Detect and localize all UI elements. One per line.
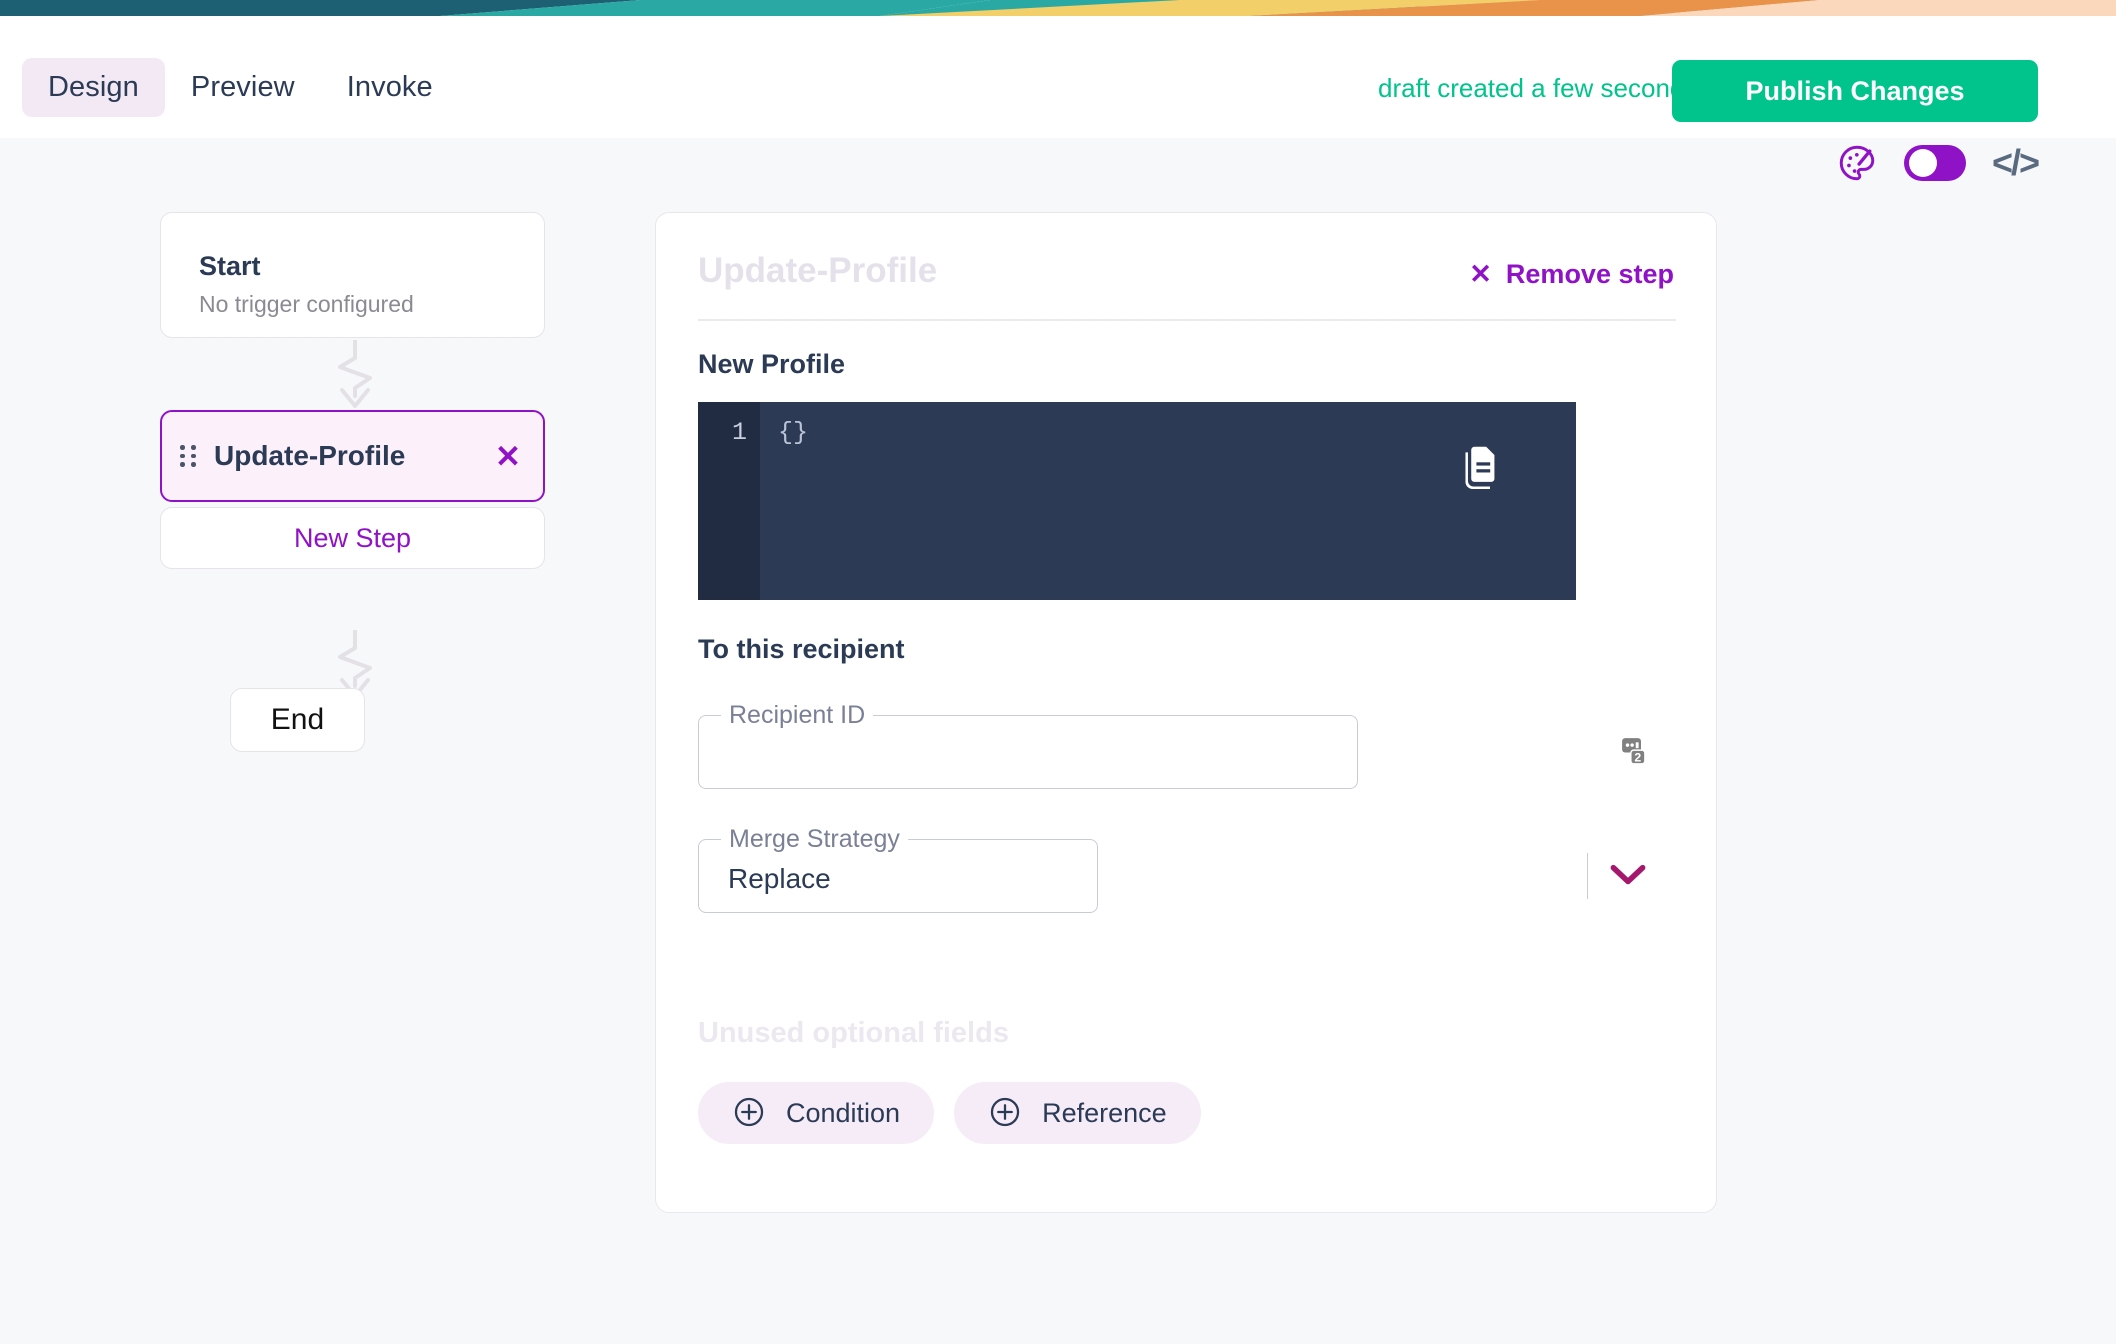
drag-handle-icon[interactable] [180,445,197,467]
toggle-knob [1908,149,1937,177]
line-number: 1 [731,418,747,447]
svg-text:2: 2 [1634,751,1641,765]
app-header: Design Preview Invoke draft created a fe… [0,16,2116,138]
start-node-title: Start [199,251,261,281]
step-node-label: Update-Profile [214,440,406,471]
flow-node-end[interactable]: End [230,688,365,752]
plus-circle-icon [988,1095,1022,1132]
step-detail-header: Update-Profile ✕ Remove step [656,213,1716,321]
flow-node-new-step[interactable]: New Step [160,507,545,569]
step-detail-card: Update-Profile ✕ Remove step New Profile… [655,212,1717,1213]
flow-node-start[interactable]: Start No trigger configured [160,212,545,338]
condition-chip-label: Condition [786,1097,901,1128]
add-condition-chip[interactable]: Condition [698,1082,935,1144]
merge-strategy-select[interactable] [698,835,1098,913]
unused-optional-fields-label: Unused optional fields [698,1017,1009,1049]
step-detail-body: New Profile 1 {} To this recipient Recip… [698,349,1676,1144]
close-icon: ✕ [1469,259,1492,289]
step-name-input[interactable]: Update-Profile [698,251,937,291]
plus-circle-icon [732,1095,766,1132]
decorative-top-stripe [0,0,2116,16]
recipient-id-input[interactable] [700,713,1300,787]
end-node-label: End [270,703,325,736]
add-reference-chip[interactable]: Reference [954,1082,1201,1144]
tab-design[interactable]: Design [22,58,165,117]
remove-step-button[interactable]: ✕ Remove step [1469,259,1674,290]
new-profile-section-label: New Profile [698,349,846,379]
palette-icon[interactable] [1836,142,1878,184]
recipient-section-label: To this recipient [698,634,905,664]
workflow-flow-column: Start No trigger configured Update-Profi… [160,212,545,752]
code-view-icon[interactable]: </> [1992,142,2040,184]
chevron-down-icon[interactable] [1608,862,1648,893]
merge-strategy-divider [1586,853,1588,899]
remove-step-label: Remove step [1505,259,1674,289]
connector-start-to-step [290,340,420,410]
remove-step-node-icon[interactable]: ✕ [495,441,521,472]
tab-invoke[interactable]: Invoke [321,58,459,117]
variable-badge-icon[interactable]: 2 [1614,733,1650,774]
document-copy-icon[interactable] [1458,440,1504,495]
start-node-subtitle: No trigger configured [199,291,414,317]
optional-field-chips: Condition Reference [698,1082,1676,1144]
merge-strategy-field[interactable]: Merge Strategy Replace [698,825,1676,913]
editor-mode-toolbar: </> [1836,142,2040,184]
publish-changes-button[interactable]: Publish Changes [1672,60,2038,122]
editor-code-area[interactable]: {} [760,402,1576,600]
flow-node-update-profile[interactable]: Update-Profile ✕ [160,410,545,502]
nav-tabs: Design Preview Invoke [22,58,459,117]
header-divider [698,319,1676,321]
reference-chip-label: Reference [1042,1097,1167,1128]
design-code-toggle[interactable] [1903,145,1966,181]
tab-preview[interactable]: Preview [165,58,321,117]
new-profile-code-editor[interactable]: 1 {} [698,402,1576,600]
editor-code-text: {} [778,418,809,447]
recipient-id-field[interactable]: Recipient ID 2 [698,701,1676,789]
editor-gutter: 1 [698,402,760,600]
new-step-label: New Step [293,522,412,553]
